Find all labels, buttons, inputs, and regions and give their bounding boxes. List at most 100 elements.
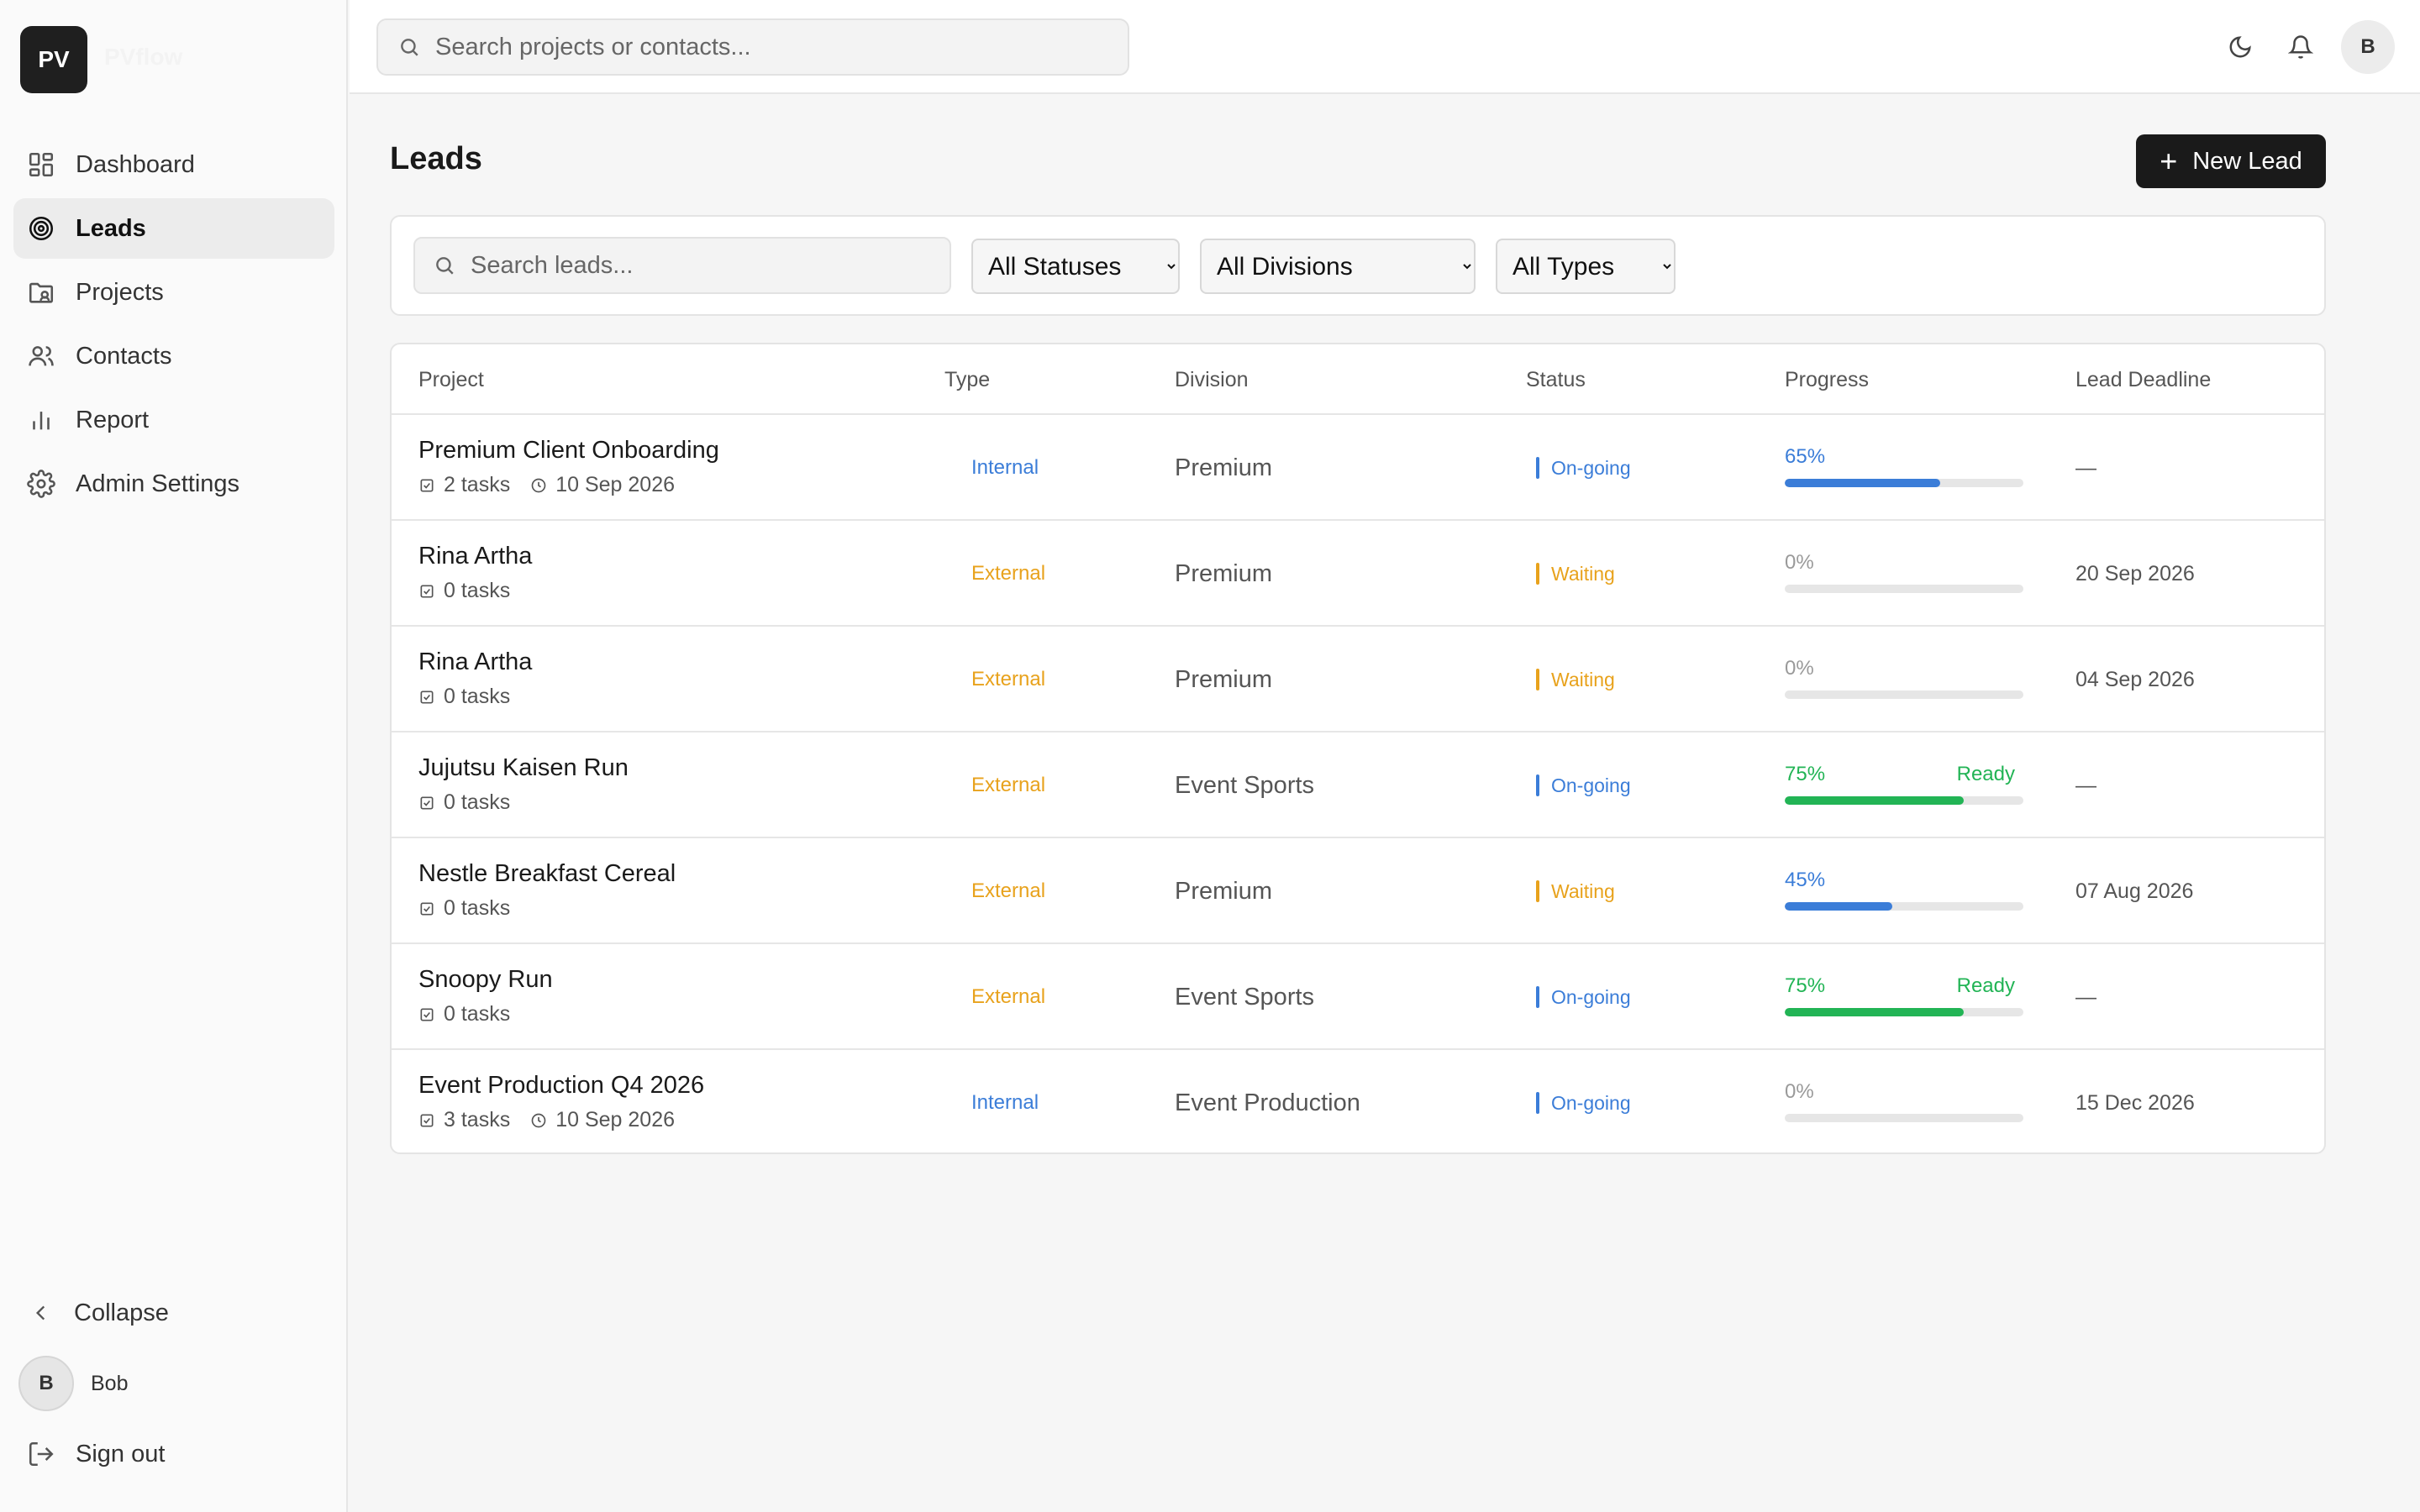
project-name[interactable]: Rina Artha	[418, 543, 532, 570]
deadline-cell: 07 Aug 2026	[2075, 879, 2194, 903]
table-row[interactable]: Premium Client Onboarding 2 tasks 10 Sep 2…	[392, 415, 2324, 521]
checkbox-icon	[420, 902, 434, 915]
sidebar-item-label: Projects	[76, 278, 164, 306]
search-icon	[436, 257, 454, 275]
progress-bar	[1785, 585, 2023, 593]
division-cell: Premium	[1175, 559, 1273, 587]
column-header-status[interactable]: Status	[1526, 368, 1586, 392]
division-cell: Event Sports	[1175, 983, 1315, 1011]
table-row[interactable]: Rina Artha 0 tasks External Premium Waiting 0…	[392, 627, 2324, 732]
table-row[interactable]: Nestle Breakfast Cereal 0 tasks External Pr…	[392, 838, 2324, 944]
user-profile[interactable]: B Bob	[18, 1356, 128, 1411]
project-meta: 0 tasks	[418, 685, 532, 709]
deadline-cell: —	[2075, 773, 2096, 797]
status-label: Waiting	[1551, 879, 1615, 902]
sidebar-item-report[interactable]: Report	[13, 390, 334, 450]
bell-icon	[2288, 35, 2313, 59]
status-badge: Waiting	[1536, 521, 1615, 627]
table-row[interactable]: Snoopy Run 0 tasks External Event Sports On-…	[392, 944, 2324, 1050]
checkbox-icon	[420, 796, 434, 809]
type-badge: External	[971, 562, 1046, 585]
progress-bar	[1785, 796, 2023, 805]
sidebar-item-contacts[interactable]: Contacts	[13, 326, 334, 386]
sidebar-item-leads[interactable]: Leads	[13, 198, 334, 259]
type-cell: Internal	[958, 415, 1052, 521]
sign-out-button[interactable]: Sign out	[13, 1425, 334, 1483]
type-cell: External	[958, 944, 1059, 1050]
project-name[interactable]: Snoopy Run	[418, 966, 553, 994]
users-icon	[27, 342, 55, 370]
type-badge: External	[971, 668, 1046, 690]
project-name[interactable]: Premium Client Onboarding	[418, 437, 719, 465]
division-cell: Event Production	[1175, 1089, 1360, 1116]
type-badge: External	[971, 985, 1046, 1008]
project-meta: 0 tasks	[418, 896, 676, 921]
checkbox-icon	[420, 479, 434, 491]
sidebar-item-label: Contacts	[76, 342, 172, 370]
lead-search[interactable]	[413, 237, 951, 294]
progress-bar	[1785, 479, 2023, 487]
lead-search-input[interactable]	[471, 251, 941, 280]
column-header-lead-deadline[interactable]: Lead Deadline	[2075, 368, 2211, 392]
status-label: On-going	[1551, 985, 1631, 1008]
column-header-division[interactable]: Division	[1175, 368, 1249, 392]
status-label: On-going	[1551, 774, 1631, 796]
project-meta: 0 tasks	[418, 579, 532, 603]
sign-out-label: Sign out	[76, 1440, 166, 1467]
status-indicator	[1536, 1092, 1539, 1114]
type-filter-select[interactable]: All Types	[1496, 239, 1676, 294]
global-search-input[interactable]	[435, 33, 1124, 61]
new-lead-button[interactable]: + New Lead	[2136, 134, 2326, 188]
deadline-cell: —	[2075, 984, 2096, 1009]
checkbox-icon	[420, 585, 434, 597]
status-filter-select[interactable]: All Statuses	[971, 239, 1180, 294]
task-count: 0 tasks	[444, 685, 511, 708]
status-badge: On-going	[1536, 415, 1631, 521]
project-name[interactable]: Nestle Breakfast Cereal	[418, 860, 676, 888]
notifications-button[interactable]	[2281, 27, 2321, 67]
progress-bar	[1785, 690, 2023, 699]
table-row[interactable]: Jujutsu Kaisen Run 0 tasks External Event S…	[392, 732, 2324, 838]
project-name[interactable]: Event Production Q4 2026	[418, 1072, 704, 1100]
checkbox-icon	[420, 1114, 434, 1126]
type-cell: Internal	[958, 1050, 1052, 1152]
project-name[interactable]: Rina Artha	[418, 648, 532, 676]
column-header-progress[interactable]: Progress	[1785, 368, 1869, 392]
column-header-type[interactable]: Type	[944, 368, 990, 392]
table-row[interactable]: Rina Artha 0 tasks External Premium Waiting 0…	[392, 521, 2324, 627]
user-avatar-button[interactable]: B	[2341, 20, 2395, 74]
sidebar-nav: Dashboard Leads Projects Contacts Report	[13, 134, 334, 517]
project-meta: 3 tasks 10 Sep 2026	[418, 1108, 704, 1132]
progress-bar	[1785, 902, 2023, 911]
global-search[interactable]	[376, 18, 1129, 76]
task-count: 0 tasks	[444, 579, 511, 602]
collapse-button[interactable]: Collapse	[13, 1284, 334, 1342]
table-row[interactable]: Event Production Q4 2026 3 tasks 10 Sep 20…	[392, 1050, 2324, 1152]
status-label: On-going	[1551, 456, 1631, 479]
clock-icon	[531, 1113, 546, 1127]
status-indicator	[1536, 880, 1539, 902]
avatar: B	[18, 1356, 74, 1411]
project-date: 10 Sep 2026	[555, 473, 675, 496]
division-cell: Event Sports	[1175, 771, 1315, 799]
status-indicator	[1536, 986, 1539, 1008]
project-date: 10 Sep 2026	[555, 1108, 675, 1131]
progress-fill	[1785, 796, 1964, 805]
app-logo[interactable]: PV	[20, 26, 87, 93]
sidebar-item-dashboard[interactable]: Dashboard	[13, 134, 334, 195]
project-name[interactable]: Jujutsu Kaisen Run	[418, 754, 629, 782]
status-label: Waiting	[1551, 668, 1615, 690]
sidebar: PV PVflow Dashboard Leads Projects Conta…	[0, 0, 348, 1512]
column-header-project[interactable]: Project	[418, 368, 484, 392]
filter-bar: All Statuses All Divisions All Types	[390, 215, 2326, 316]
theme-toggle-button[interactable]	[2220, 27, 2260, 67]
sidebar-item-admin-settings[interactable]: Admin Settings	[13, 454, 334, 514]
project-cell: Rina Artha 0 tasks	[418, 648, 532, 709]
division-cell: Premium	[1175, 454, 1273, 481]
target-icon	[27, 214, 55, 243]
progress-percent: 75%	[1785, 974, 1826, 997]
project-cell: Jujutsu Kaisen Run 0 tasks	[418, 754, 629, 815]
brand-name: PVflow	[104, 44, 183, 70]
sidebar-item-projects[interactable]: Projects	[13, 262, 334, 323]
division-filter-select[interactable]: All Divisions	[1200, 239, 1476, 294]
